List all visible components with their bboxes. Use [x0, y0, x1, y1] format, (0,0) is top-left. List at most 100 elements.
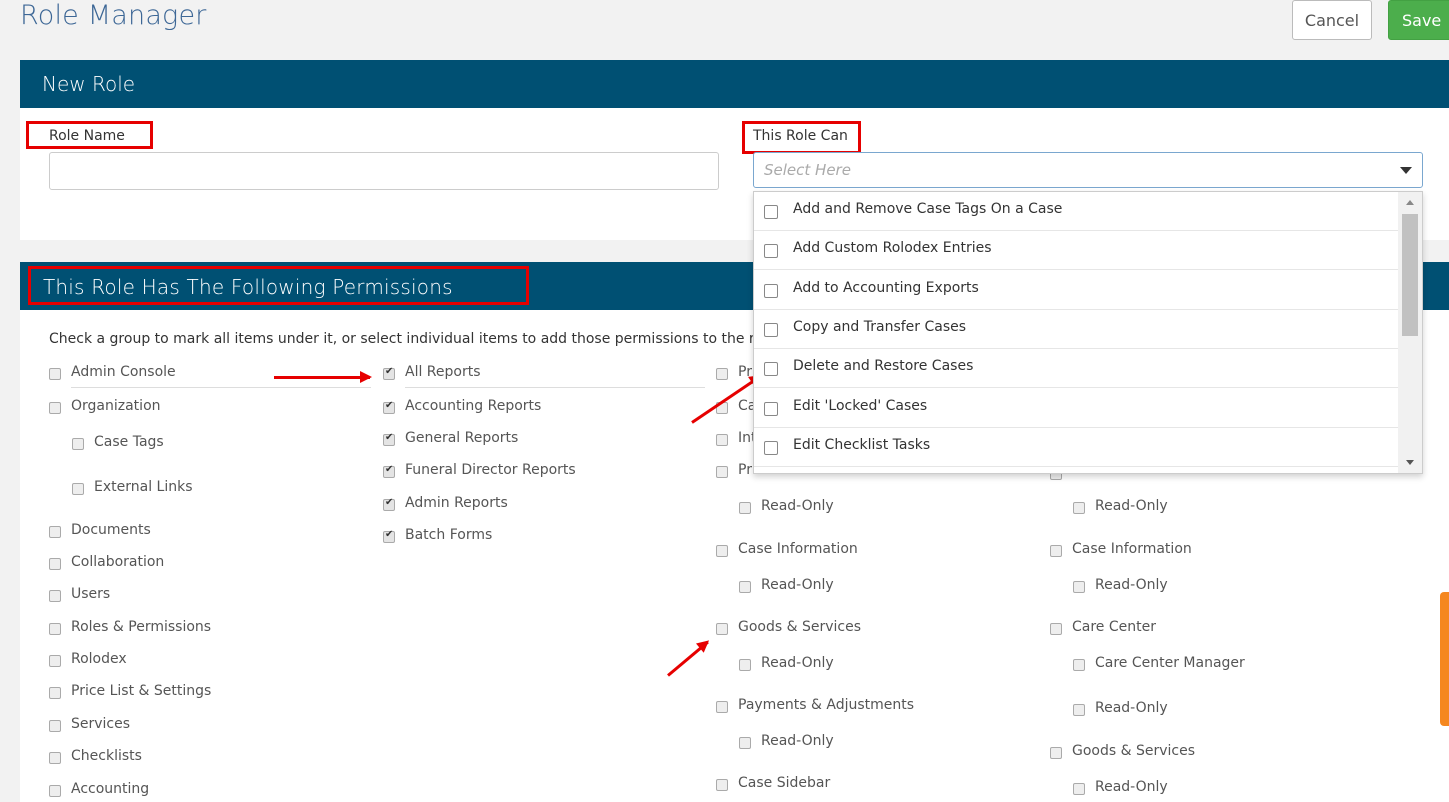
this-role-can-dropdown: Add and Remove Case Tags On a Case Add C…: [753, 191, 1423, 474]
dropdown-option[interactable]: Add to Accounting Exports: [754, 271, 1399, 310]
new-role-heading: New Role: [20, 60, 1449, 108]
checkbox[interactable]: [1073, 704, 1085, 716]
checkbox-checked[interactable]: [383, 497, 395, 511]
checkbox[interactable]: [716, 545, 728, 557]
perm-label: External Links: [94, 479, 193, 495]
perm-label: Admin Reports: [405, 495, 508, 511]
checkbox[interactable]: [1050, 545, 1062, 557]
perm-label: Accounting Reports: [405, 398, 542, 414]
option-label: Add and Remove Case Tags On a Case: [793, 201, 1063, 217]
perm-label: Read-Only: [761, 498, 834, 514]
checkbox[interactable]: [1050, 623, 1062, 635]
perm-label: Batch Forms: [405, 527, 493, 543]
checkbox[interactable]: [49, 590, 61, 602]
perm-label: General Reports: [405, 430, 519, 446]
option-checkbox[interactable]: [764, 284, 778, 298]
checkbox[interactable]: [49, 655, 61, 667]
checkbox[interactable]: [72, 438, 84, 450]
perm-label: Rolodex: [71, 651, 127, 667]
perm-label: Services: [71, 716, 131, 732]
checkbox[interactable]: [49, 558, 61, 570]
checkbox[interactable]: [716, 623, 728, 635]
checkbox[interactable]: [739, 502, 751, 514]
feedback-side-tab[interactable]: [1440, 592, 1449, 726]
checkbox-checked[interactable]: [383, 400, 395, 414]
option-label: Add to Accounting Exports: [793, 280, 979, 296]
perm-label: Price List & Settings: [71, 683, 212, 699]
option-checkbox[interactable]: [764, 323, 778, 337]
checkbox[interactable]: [1073, 581, 1085, 593]
dropdown-scrollbar[interactable]: [1398, 192, 1422, 473]
perm-label: All Reports: [405, 364, 481, 380]
dropdown-option[interactable]: Copy and Transfer Cases: [754, 310, 1399, 349]
checkbox-checked[interactable]: [383, 529, 395, 543]
perm-label: Pr: [738, 462, 752, 478]
option-checkbox[interactable]: [764, 362, 778, 376]
perm-label: Read-Only: [1095, 779, 1168, 795]
checkbox[interactable]: [739, 659, 751, 671]
this-role-can-select[interactable]: Select Here: [753, 152, 1423, 188]
option-label: Add Custom Rolodex Entries: [793, 240, 992, 256]
option-label: Copy and Transfer Cases: [793, 319, 967, 335]
perm-label: Checklists: [71, 748, 142, 764]
checkbox-checked[interactable]: [383, 366, 395, 380]
scrollbar-thumb[interactable]: [1402, 214, 1418, 336]
perm-label: Accounting: [71, 781, 150, 797]
perm-label: Case Information: [1072, 541, 1192, 557]
perm-label: Case Tags: [94, 434, 164, 450]
checkbox[interactable]: [72, 483, 84, 495]
page-title: Role Manager: [20, 0, 207, 31]
checkbox[interactable]: [716, 779, 728, 791]
perm-label: Read-Only: [1095, 498, 1168, 514]
option-checkbox[interactable]: [764, 441, 778, 455]
perm-label: Case Information: [738, 541, 858, 557]
perm-label: Care Center Manager: [1095, 655, 1245, 671]
checkbox[interactable]: [49, 402, 61, 414]
chevron-down-icon[interactable]: [1400, 167, 1412, 174]
checkbox[interactable]: [716, 466, 728, 478]
save-button[interactable]: Save: [1388, 0, 1449, 40]
checkbox-checked[interactable]: [383, 432, 395, 446]
checkbox[interactable]: [49, 368, 61, 380]
checkbox[interactable]: [49, 623, 61, 635]
checkbox[interactable]: [716, 368, 728, 380]
checkbox[interactable]: [49, 752, 61, 764]
checkbox[interactable]: [1050, 747, 1062, 759]
option-label: Edit Checklist Tasks: [793, 437, 931, 453]
checkbox[interactable]: [1073, 659, 1085, 671]
checkbox[interactable]: [49, 687, 61, 699]
dropdown-option[interactable]: Edit Checklist Tasks: [754, 428, 1399, 467]
checkbox[interactable]: [1073, 502, 1085, 514]
dropdown-option[interactable]: Delete and Restore Cases: [754, 349, 1399, 388]
checkbox-checked[interactable]: [383, 464, 395, 478]
checkbox[interactable]: [739, 737, 751, 749]
scroll-up-icon[interactable]: [1406, 200, 1414, 205]
perm-label: Case Sidebar: [738, 775, 831, 791]
option-checkbox[interactable]: [764, 402, 778, 416]
scroll-down-icon[interactable]: [1406, 460, 1414, 465]
checkbox[interactable]: [716, 701, 728, 713]
checkbox[interactable]: [49, 785, 61, 797]
option-checkbox[interactable]: [764, 205, 778, 219]
select-placeholder: Select Here: [764, 161, 851, 179]
checkbox[interactable]: [49, 526, 61, 538]
role-name-input[interactable]: [49, 152, 719, 190]
divider: [405, 387, 705, 388]
checkbox[interactable]: [49, 720, 61, 732]
perm-label: Read-Only: [1095, 700, 1168, 716]
perm-label: Read-Only: [1095, 577, 1168, 593]
option-checkbox[interactable]: [764, 244, 778, 258]
role-name-label: Role Name: [49, 128, 125, 144]
perm-label: Funeral Director Reports: [405, 462, 576, 478]
dropdown-option[interactable]: Add Custom Rolodex Entries: [754, 231, 1399, 270]
perm-label: Organization: [71, 398, 161, 414]
dropdown-option[interactable]: Edit 'Locked' Cases: [754, 389, 1399, 428]
checkbox[interactable]: [739, 581, 751, 593]
perm-label: Roles & Permissions: [71, 619, 212, 635]
checkbox[interactable]: [716, 434, 728, 446]
checkbox[interactable]: [1073, 783, 1085, 795]
permissions-instructions: Check a group to mark all items under it…: [49, 331, 780, 347]
cancel-button[interactable]: Cancel: [1292, 0, 1372, 40]
this-role-can-label: This Role Can: [753, 128, 848, 144]
dropdown-option[interactable]: Add and Remove Case Tags On a Case: [754, 192, 1399, 231]
